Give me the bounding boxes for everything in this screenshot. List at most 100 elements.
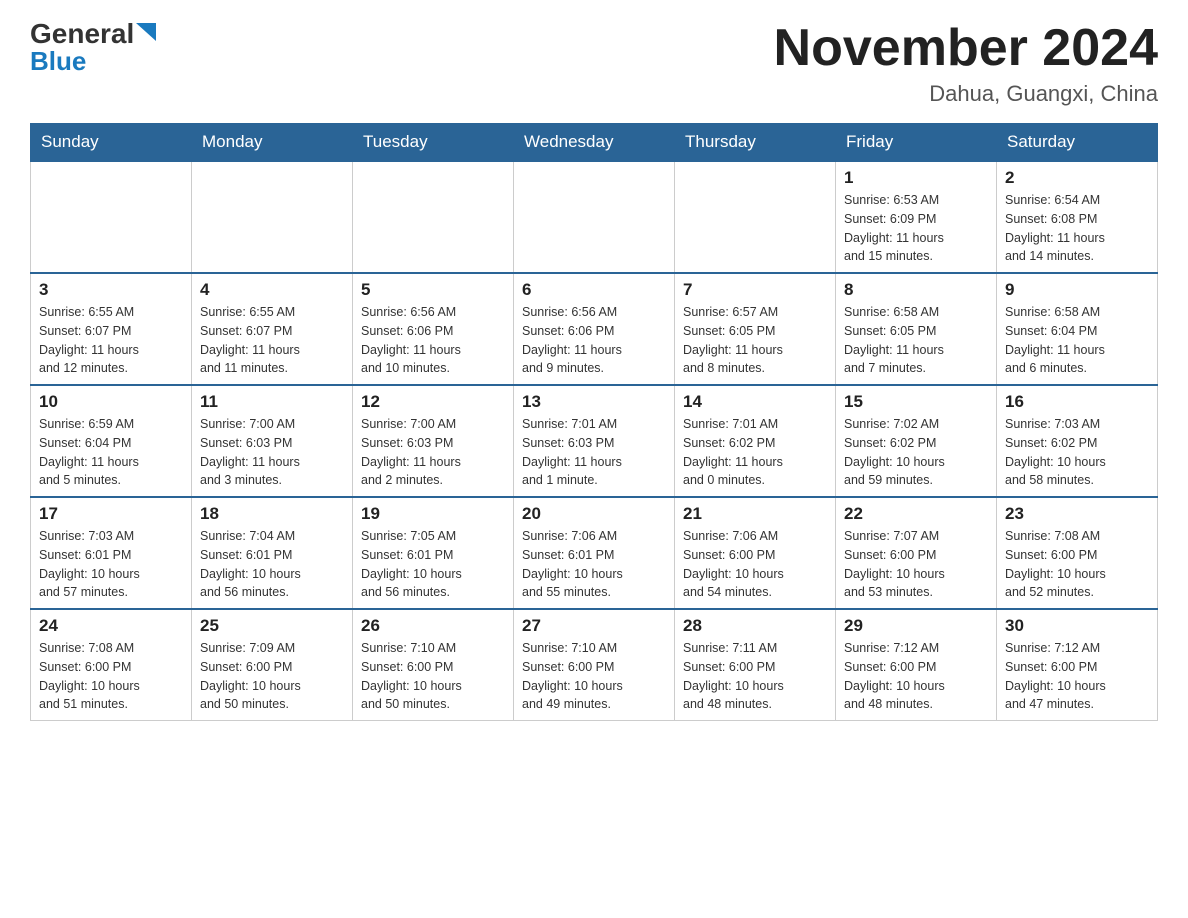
week-row-5: 24Sunrise: 7:08 AM Sunset: 6:00 PM Dayli… bbox=[31, 609, 1158, 721]
month-title: November 2024 bbox=[774, 20, 1158, 77]
day-info: Sunrise: 7:01 AM Sunset: 6:02 PM Dayligh… bbox=[683, 415, 827, 490]
calendar-cell bbox=[675, 161, 836, 273]
day-number: 11 bbox=[200, 392, 344, 412]
day-info: Sunrise: 7:10 AM Sunset: 6:00 PM Dayligh… bbox=[361, 639, 505, 714]
calendar-cell: 24Sunrise: 7:08 AM Sunset: 6:00 PM Dayli… bbox=[31, 609, 192, 721]
calendar-cell: 30Sunrise: 7:12 AM Sunset: 6:00 PM Dayli… bbox=[997, 609, 1158, 721]
logo-blue: Blue bbox=[30, 46, 86, 77]
day-info: Sunrise: 6:58 AM Sunset: 6:04 PM Dayligh… bbox=[1005, 303, 1149, 378]
day-info: Sunrise: 7:02 AM Sunset: 6:02 PM Dayligh… bbox=[844, 415, 988, 490]
day-info: Sunrise: 6:58 AM Sunset: 6:05 PM Dayligh… bbox=[844, 303, 988, 378]
calendar-cell: 8 Sunrise: 6:58 AM Sunset: 6:05 PM Daylig… bbox=[836, 273, 997, 385]
calendar-cell: 6Sunrise: 6:56 AM Sunset: 6:06 PM Daylig… bbox=[514, 273, 675, 385]
day-number: 27 bbox=[522, 616, 666, 636]
calendar-cell: 17 Sunrise: 7:03 AM Sunset: 6:01 PM Dayli… bbox=[31, 497, 192, 609]
week-row-2: 3Sunrise: 6:55 AM Sunset: 6:07 PM Daylig… bbox=[31, 273, 1158, 385]
day-info: Sunrise: 7:00 AM Sunset: 6:03 PM Dayligh… bbox=[361, 415, 505, 490]
day-number: 16 bbox=[1005, 392, 1149, 412]
day-info: Sunrise: 7:12 AM Sunset: 6:00 PM Dayligh… bbox=[844, 639, 988, 714]
day-number: 18 bbox=[200, 504, 344, 524]
day-info: Sunrise: 7:05 AM Sunset: 6:01 PM Dayligh… bbox=[361, 527, 505, 602]
calendar-cell: 5Sunrise: 6:56 AM Sunset: 6:06 PM Daylig… bbox=[353, 273, 514, 385]
day-number: 28 bbox=[683, 616, 827, 636]
calendar-cell: 13Sunrise: 7:01 AM Sunset: 6:03 PM Dayli… bbox=[514, 385, 675, 497]
weekday-header-monday: Monday bbox=[192, 124, 353, 162]
week-row-1: 1 Sunrise: 6:53 AM Sunset: 6:09 PM Daylig… bbox=[31, 161, 1158, 273]
day-info: Sunrise: 7:06 AM Sunset: 6:01 PM Dayligh… bbox=[522, 527, 666, 602]
calendar-cell: 9 Sunrise: 6:58 AM Sunset: 6:04 PM Daylig… bbox=[997, 273, 1158, 385]
week-row-4: 17 Sunrise: 7:03 AM Sunset: 6:01 PM Dayli… bbox=[31, 497, 1158, 609]
weekday-header-thursday: Thursday bbox=[675, 124, 836, 162]
calendar-cell bbox=[192, 161, 353, 273]
day-info: Sunrise: 7:00 AM Sunset: 6:03 PM Dayligh… bbox=[200, 415, 344, 490]
day-number: 17 bbox=[39, 504, 183, 524]
calendar-cell: 25 Sunrise: 7:09 AM Sunset: 6:00 PM Dayli… bbox=[192, 609, 353, 721]
calendar-cell: 16 Sunrise: 7:03 AM Sunset: 6:02 PM Dayli… bbox=[997, 385, 1158, 497]
calendar-cell: 18 Sunrise: 7:04 AM Sunset: 6:01 PM Dayli… bbox=[192, 497, 353, 609]
calendar-cell: 10Sunrise: 6:59 AM Sunset: 6:04 PM Dayli… bbox=[31, 385, 192, 497]
day-info: Sunrise: 7:10 AM Sunset: 6:00 PM Dayligh… bbox=[522, 639, 666, 714]
day-number: 8 bbox=[844, 280, 988, 300]
calendar-cell: 11 Sunrise: 7:00 AM Sunset: 6:03 PM Dayli… bbox=[192, 385, 353, 497]
calendar-cell: 1 Sunrise: 6:53 AM Sunset: 6:09 PM Daylig… bbox=[836, 161, 997, 273]
day-info: Sunrise: 7:03 AM Sunset: 6:01 PM Dayligh… bbox=[39, 527, 183, 602]
day-info: Sunrise: 6:56 AM Sunset: 6:06 PM Dayligh… bbox=[361, 303, 505, 378]
day-number: 1 bbox=[844, 168, 988, 188]
calendar-cell: 4 Sunrise: 6:55 AM Sunset: 6:07 PM Daylig… bbox=[192, 273, 353, 385]
calendar-cell: 7 Sunrise: 6:57 AM Sunset: 6:05 PM Daylig… bbox=[675, 273, 836, 385]
title-area: November 2024 Dahua, Guangxi, China bbox=[774, 20, 1158, 107]
day-info: Sunrise: 7:04 AM Sunset: 6:01 PM Dayligh… bbox=[200, 527, 344, 602]
calendar-cell bbox=[353, 161, 514, 273]
day-info: Sunrise: 6:56 AM Sunset: 6:06 PM Dayligh… bbox=[522, 303, 666, 378]
calendar-cell: 20Sunrise: 7:06 AM Sunset: 6:01 PM Dayli… bbox=[514, 497, 675, 609]
day-info: Sunrise: 6:53 AM Sunset: 6:09 PM Dayligh… bbox=[844, 191, 988, 266]
day-info: Sunrise: 6:55 AM Sunset: 6:07 PM Dayligh… bbox=[200, 303, 344, 378]
weekday-header-saturday: Saturday bbox=[997, 124, 1158, 162]
day-number: 21 bbox=[683, 504, 827, 524]
week-row-3: 10Sunrise: 6:59 AM Sunset: 6:04 PM Dayli… bbox=[31, 385, 1158, 497]
day-info: Sunrise: 6:57 AM Sunset: 6:05 PM Dayligh… bbox=[683, 303, 827, 378]
calendar-cell: 23Sunrise: 7:08 AM Sunset: 6:00 PM Dayli… bbox=[997, 497, 1158, 609]
logo: General Blue bbox=[30, 20, 156, 77]
calendar-cell bbox=[31, 161, 192, 273]
day-number: 30 bbox=[1005, 616, 1149, 636]
logo-triangle-icon bbox=[136, 23, 156, 41]
calendar-cell: 22Sunrise: 7:07 AM Sunset: 6:00 PM Dayli… bbox=[836, 497, 997, 609]
day-number: 15 bbox=[844, 392, 988, 412]
calendar-cell: 15 Sunrise: 7:02 AM Sunset: 6:02 PM Dayli… bbox=[836, 385, 997, 497]
day-number: 12 bbox=[361, 392, 505, 412]
weekday-header-wednesday: Wednesday bbox=[514, 124, 675, 162]
day-number: 19 bbox=[361, 504, 505, 524]
day-info: Sunrise: 6:55 AM Sunset: 6:07 PM Dayligh… bbox=[39, 303, 183, 378]
weekday-header-row: SundayMondayTuesdayWednesdayThursdayFrid… bbox=[31, 124, 1158, 162]
day-number: 29 bbox=[844, 616, 988, 636]
day-number: 4 bbox=[200, 280, 344, 300]
weekday-header-sunday: Sunday bbox=[31, 124, 192, 162]
weekday-header-friday: Friday bbox=[836, 124, 997, 162]
day-number: 9 bbox=[1005, 280, 1149, 300]
calendar-cell: 28 Sunrise: 7:11 AM Sunset: 6:00 PM Dayli… bbox=[675, 609, 836, 721]
day-info: Sunrise: 7:09 AM Sunset: 6:00 PM Dayligh… bbox=[200, 639, 344, 714]
calendar-cell: 26Sunrise: 7:10 AM Sunset: 6:00 PM Dayli… bbox=[353, 609, 514, 721]
day-number: 2 bbox=[1005, 168, 1149, 188]
calendar-cell: 14Sunrise: 7:01 AM Sunset: 6:02 PM Dayli… bbox=[675, 385, 836, 497]
day-number: 24 bbox=[39, 616, 183, 636]
calendar-cell: 21 Sunrise: 7:06 AM Sunset: 6:00 PM Dayli… bbox=[675, 497, 836, 609]
day-info: Sunrise: 7:06 AM Sunset: 6:00 PM Dayligh… bbox=[683, 527, 827, 602]
weekday-header-tuesday: Tuesday bbox=[353, 124, 514, 162]
calendar-cell: 29 Sunrise: 7:12 AM Sunset: 6:00 PM Dayli… bbox=[836, 609, 997, 721]
logo-general: General bbox=[30, 20, 134, 48]
day-info: Sunrise: 7:07 AM Sunset: 6:00 PM Dayligh… bbox=[844, 527, 988, 602]
day-number: 25 bbox=[200, 616, 344, 636]
calendar-cell: 12 Sunrise: 7:00 AM Sunset: 6:03 PM Dayli… bbox=[353, 385, 514, 497]
page-header: General Blue November 2024 Dahua, Guangx… bbox=[30, 20, 1158, 107]
calendar-cell: 27 Sunrise: 7:10 AM Sunset: 6:00 PM Dayli… bbox=[514, 609, 675, 721]
calendar-cell: 3Sunrise: 6:55 AM Sunset: 6:07 PM Daylig… bbox=[31, 273, 192, 385]
day-number: 7 bbox=[683, 280, 827, 300]
calendar-cell: 2 Sunrise: 6:54 AM Sunset: 6:08 PM Daylig… bbox=[997, 161, 1158, 273]
day-info: Sunrise: 6:54 AM Sunset: 6:08 PM Dayligh… bbox=[1005, 191, 1149, 266]
day-info: Sunrise: 7:01 AM Sunset: 6:03 PM Dayligh… bbox=[522, 415, 666, 490]
day-info: Sunrise: 7:11 AM Sunset: 6:00 PM Dayligh… bbox=[683, 639, 827, 714]
location-subtitle: Dahua, Guangxi, China bbox=[774, 81, 1158, 107]
day-info: Sunrise: 7:03 AM Sunset: 6:02 PM Dayligh… bbox=[1005, 415, 1149, 490]
